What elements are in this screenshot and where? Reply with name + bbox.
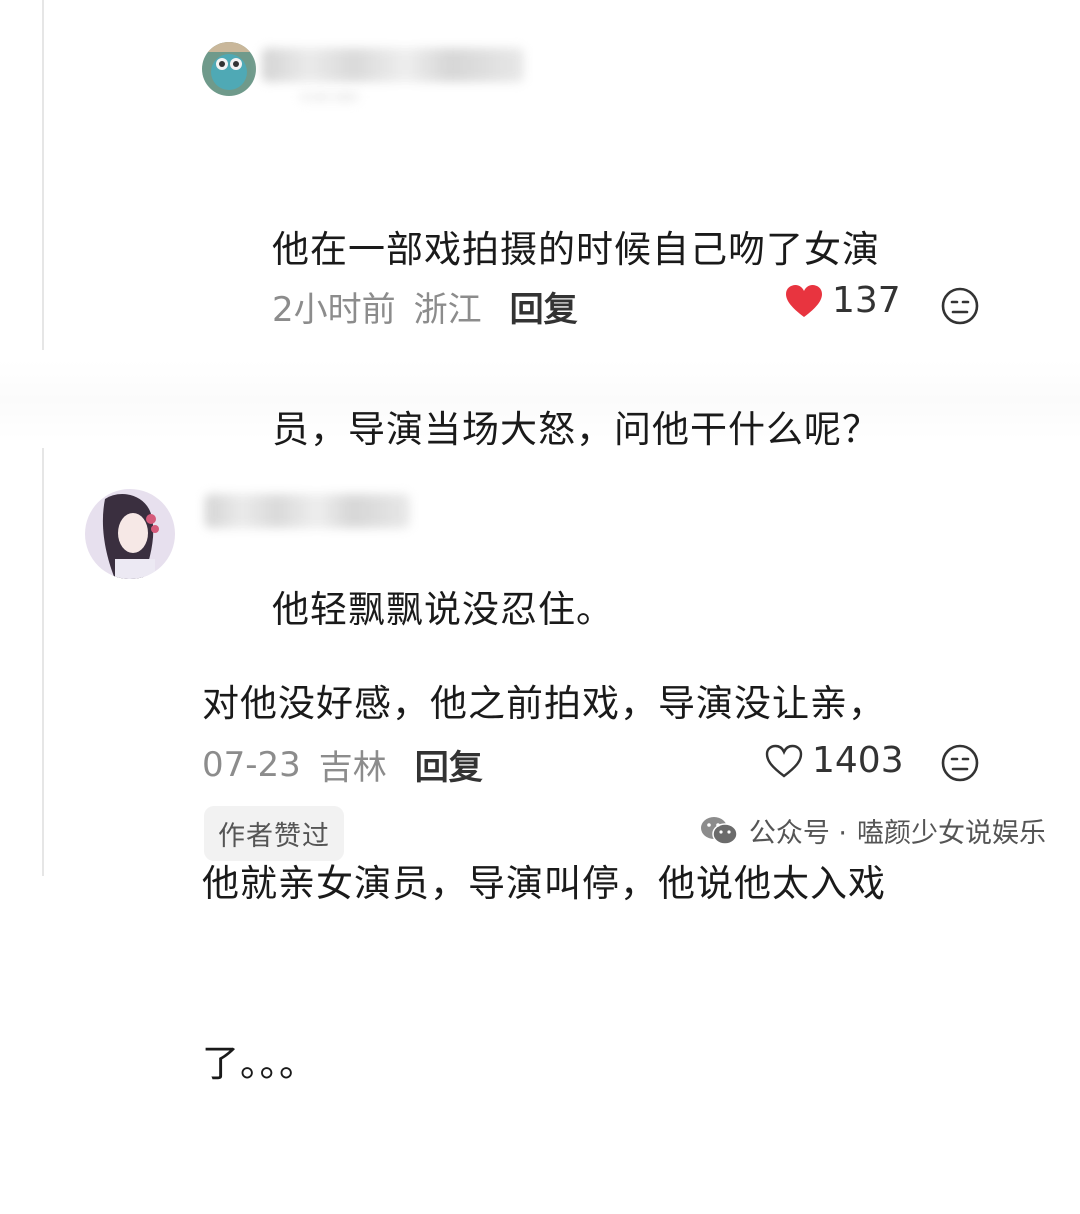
- comment-meta: 2小时前 浙江 回复: [272, 282, 578, 331]
- avatar[interactable]: [202, 42, 256, 96]
- comment-time: 2小时前: [272, 290, 396, 330]
- wechat-icon: [700, 816, 738, 845]
- heart-filled-icon: [786, 284, 822, 317]
- watermark-prefix: 公众号 ·: [748, 818, 847, 849]
- comment-location: 浙江: [413, 290, 482, 330]
- heart-outline-icon: [765, 744, 803, 778]
- neutral-face-icon: [941, 287, 979, 325]
- watermark: 公众号 · 嗑颜少女说娱乐: [699, 811, 1046, 850]
- comment-location: 吉林: [318, 748, 387, 788]
- watermark-name: 嗑颜少女说娱乐: [857, 818, 1046, 849]
- like-button[interactable]: 1403: [764, 740, 904, 781]
- comment-text: 对他没好感，他之前拍戏，导演没让亲， 他就亲女演员，导演叫停，他说他太入戏 了。…: [202, 554, 886, 1214]
- comment-line: 了。。。: [202, 1042, 317, 1085]
- avatar[interactable]: [85, 489, 175, 579]
- username-blurred[interactable]: [205, 494, 410, 528]
- comment-meta: 07-23 吉林 回复: [202, 740, 483, 789]
- comment-line: 他在一部戏拍摄的时候自己吻了女演: [272, 228, 880, 271]
- comment-line: 员，导演当场大怒，问他干什么呢？: [272, 408, 880, 451]
- like-count: 137: [832, 280, 901, 321]
- thread-line: [42, 0, 44, 350]
- username-blurred[interactable]: [262, 48, 524, 82]
- like-count: 1403: [812, 740, 904, 781]
- reply-button[interactable]: 回复: [510, 282, 578, 331]
- dislike-button[interactable]: [940, 286, 980, 330]
- dislike-button[interactable]: [940, 743, 980, 787]
- comment-line: 对他没好感，他之前拍戏，导演没让亲，: [202, 682, 886, 725]
- comment-line: 他就亲女演员，导演叫停，他说他太入戏: [202, 862, 886, 905]
- reply-button[interactable]: 回复: [415, 740, 483, 789]
- comment-time: 07-23: [202, 744, 301, 785]
- thread-line: [42, 448, 44, 876]
- neutral-face-icon: [941, 744, 979, 782]
- like-button[interactable]: 137: [784, 280, 901, 321]
- author-liked-badge: 作者赞过: [204, 806, 344, 861]
